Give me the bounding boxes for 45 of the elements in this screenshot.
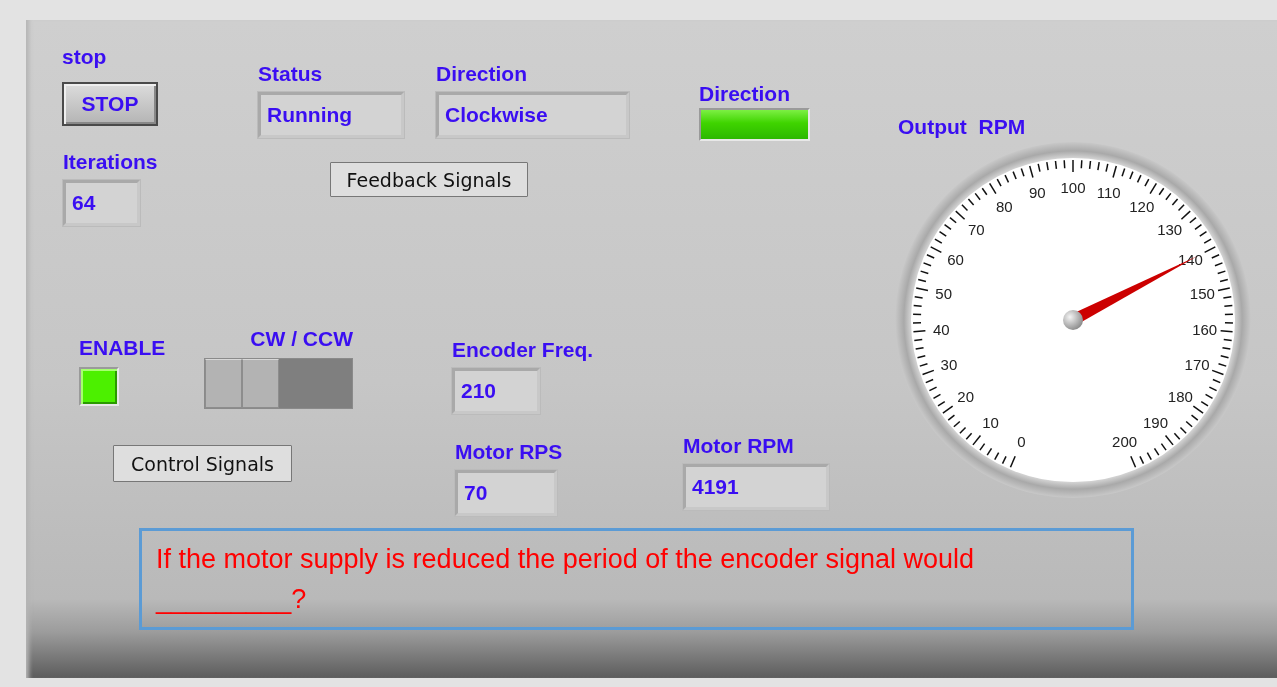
led-label: Direction — [699, 82, 790, 106]
stop-button[interactable]: STOP — [62, 82, 158, 126]
value-display: 70 — [455, 470, 557, 516]
gauge-scale-label: 200 — [1112, 432, 1138, 450]
gauge-scale-label: 10 — [982, 414, 999, 431]
button-label: stop — [62, 45, 107, 69]
value-display: Running — [258, 92, 404, 138]
gauge-scale-label: 0 — [1017, 432, 1026, 450]
question-text: If the motor supply is reduced the period of the encoder signal would _________? — [156, 543, 975, 616]
gauge-scale-label: 110 — [1096, 183, 1121, 201]
indicator-label: Direction — [436, 62, 527, 86]
value-display: 4191 — [683, 464, 829, 510]
toggle-light[interactable] — [79, 367, 119, 406]
signals-button[interactable]: Control Signals — [113, 445, 292, 482]
needle-hub — [1063, 310, 1083, 330]
gauge-scale-label: 180 — [1167, 387, 1193, 405]
gauge-scale-label: 60 — [947, 250, 964, 268]
gauge-scale-label: 140 — [1177, 250, 1203, 268]
gauge-scale-label: 150 — [1189, 284, 1215, 302]
gauge-scale-label: 80 — [995, 198, 1013, 216]
gauge-scale-label: 90 — [1028, 183, 1046, 201]
gauge-scale-label: 190 — [1143, 414, 1169, 431]
indicator-label: Status — [258, 62, 323, 86]
gauge-scale-label: 40 — [933, 320, 950, 338]
gauge-scale-label: 70 — [967, 221, 985, 239]
gauge-scale-label: 100 — [1060, 179, 1086, 196]
value-display: Clockwise — [436, 92, 629, 138]
gauge-scale-label: 170 — [1184, 355, 1210, 373]
gauge-scale-label: 120 — [1129, 198, 1155, 216]
indicator-label: Motor RPS — [455, 440, 563, 464]
indicator-label: Motor RPM — [683, 434, 794, 458]
gauge-scale-label: 30 — [940, 355, 958, 373]
gauge-scale-label: 50 — [935, 284, 952, 302]
value-display: 210 — [452, 368, 540, 414]
indicator-label: Encoder Freq. — [452, 338, 594, 362]
direction-switch[interactable] — [204, 358, 353, 409]
gauge-scale-label: 20 — [957, 387, 974, 405]
led-label: ENABLE — [79, 336, 166, 360]
indicator-label: Iterations — [63, 150, 158, 174]
gauge-label: Output RPM — [898, 115, 1026, 139]
gauge-scale-label: 130 — [1157, 221, 1183, 239]
value-display: 64 — [63, 180, 140, 226]
switch-label: CW / CCW — [250, 327, 353, 351]
signals-button[interactable]: Feedback Signals — [330, 162, 528, 197]
gauge-scale-label: 160 — [1192, 320, 1218, 338]
